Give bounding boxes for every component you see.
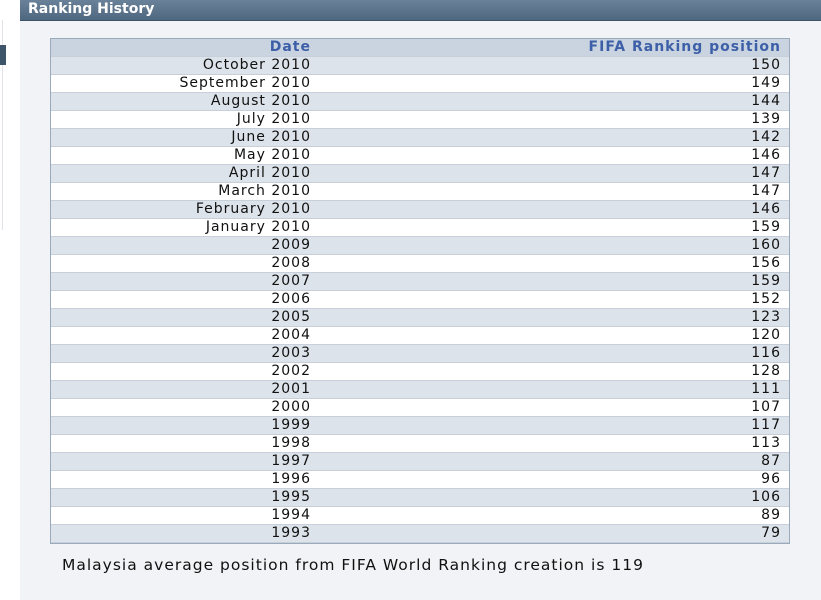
date-cell: 2003 [51,344,319,363]
table-row: 2008 156 [51,254,789,273]
position-cell: 156 [319,254,789,273]
date-cell: 1993 [51,524,319,543]
average-position-note: Malaysia average position from FIFA Worl… [62,556,644,574]
date-cell: March 2010 [51,182,319,201]
panel-title: Ranking History [28,1,155,17]
table-row: 2007 159 [51,272,789,291]
position-cell: 89 [319,506,789,525]
table-row: January 2010 159 [51,218,789,237]
date-cell: 1996 [51,470,319,489]
position-cell: 116 [319,344,789,363]
table-row: 1993 79 [51,524,789,543]
table-row: October 2010 150 [51,56,789,75]
position-cell: 142 [319,128,789,147]
date-cell: 1994 [51,506,319,525]
table-row: September 2010 149 [51,74,789,93]
date-cell: 2000 [51,398,319,417]
position-cell: 139 [319,110,789,129]
table-header-row: Date FIFA Ranking position [51,39,789,57]
position-cell: 160 [319,236,789,255]
position-cell: 146 [319,200,789,219]
table-row: 2000 107 [51,398,789,417]
date-cell: May 2010 [51,146,319,165]
position-cell: 123 [319,308,789,327]
header-position: FIFA Ranking position [319,39,789,57]
table-row: 2003 116 [51,344,789,363]
position-cell: 159 [319,272,789,291]
position-cell: 150 [319,56,789,75]
table-row: July 2010 139 [51,110,789,129]
header-date: Date [51,39,319,57]
table-row: April 2010 147 [51,164,789,183]
position-cell: 113 [319,434,789,453]
table-row: 2006 152 [51,290,789,309]
date-cell: September 2010 [51,74,319,93]
table-row: 1999 117 [51,416,789,435]
position-cell: 147 [319,182,789,201]
position-cell: 152 [319,290,789,309]
table-row: 1995 106 [51,488,789,507]
date-cell: January 2010 [51,218,319,237]
ranking-table: Date FIFA Ranking position October 2010 1… [51,39,789,543]
date-cell: 2009 [51,236,319,255]
date-cell: April 2010 [51,164,319,183]
date-cell: 2004 [51,326,319,345]
table-row: March 2010 147 [51,182,789,201]
date-cell: June 2010 [51,128,319,147]
ranking-table-container: Date FIFA Ranking position October 2010 1… [50,38,790,544]
date-cell: October 2010 [51,56,319,75]
position-cell: 111 [319,380,789,399]
date-cell: 1997 [51,452,319,471]
date-cell: 2002 [51,362,319,381]
date-cell: 2008 [51,254,319,273]
position-cell: 107 [319,398,789,417]
position-cell: 117 [319,416,789,435]
position-cell: 79 [319,524,789,543]
position-cell: 144 [319,92,789,111]
position-cell: 87 [319,452,789,471]
table-row: 2004 120 [51,326,789,345]
position-cell: 120 [319,326,789,345]
position-cell: 159 [319,218,789,237]
table-row: 1996 96 [51,470,789,489]
position-cell: 147 [319,164,789,183]
table-row: 1998 113 [51,434,789,453]
table-row: 1997 87 [51,452,789,471]
table-row: 2002 128 [51,362,789,381]
table-row: 2001 111 [51,380,789,399]
date-cell: 2007 [51,272,319,291]
table-row: May 2010 146 [51,146,789,165]
date-cell: July 2010 [51,110,319,129]
table-row: February 2010 146 [51,200,789,219]
table-row: August 2010 144 [51,92,789,111]
table-row: June 2010 142 [51,128,789,147]
position-cell: 149 [319,74,789,93]
left-tab-marker [0,45,6,65]
date-cell: August 2010 [51,92,319,111]
position-cell: 128 [319,362,789,381]
table-row: 2005 123 [51,308,789,327]
date-cell: 1999 [51,416,319,435]
date-cell: 1995 [51,488,319,507]
date-cell: 2001 [51,380,319,399]
ranking-table-body: October 2010 150 September 2010 149 August 2… [51,56,789,543]
position-cell: 96 [319,470,789,489]
date-cell: 2006 [51,290,319,309]
position-cell: 146 [319,146,789,165]
table-row: 2009 160 [51,236,789,255]
position-cell: 106 [319,488,789,507]
table-row: 1994 89 [51,506,789,525]
date-cell: 1998 [51,434,319,453]
date-cell: February 2010 [51,200,319,219]
panel-header: Ranking History [20,0,821,21]
date-cell: 2005 [51,308,319,327]
